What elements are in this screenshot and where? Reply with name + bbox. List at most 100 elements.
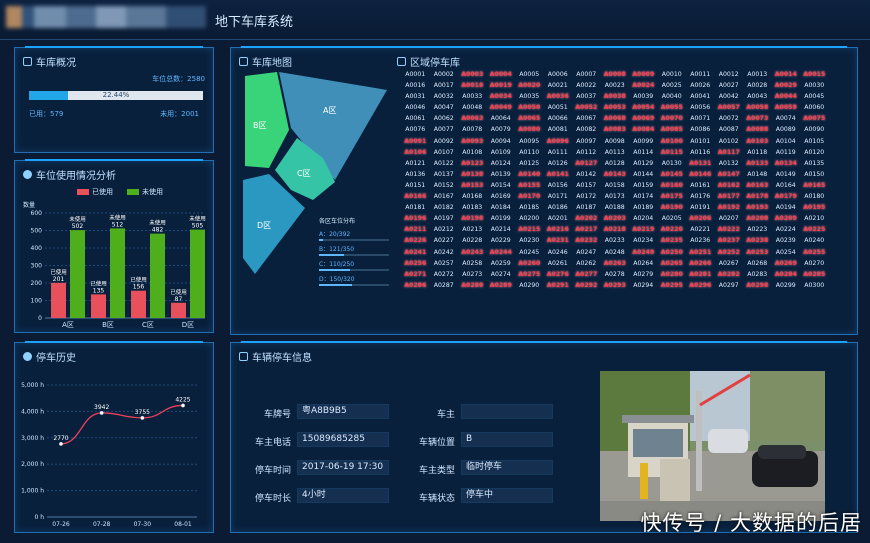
parking-slot[interactable]: A0166 xyxy=(401,192,430,203)
parking-slot[interactable]: A0140 xyxy=(515,170,544,181)
parking-slot[interactable]: A0273 xyxy=(458,270,487,281)
parking-slot[interactable]: A0204 xyxy=(629,214,658,225)
parking-slot[interactable]: A0043 xyxy=(743,92,772,103)
parking-slot[interactable]: A0285 xyxy=(800,270,829,281)
parking-slot[interactable]: A0288 xyxy=(458,281,487,292)
parking-slot[interactable]: A0084 xyxy=(629,125,658,136)
parking-slot[interactable]: A0167 xyxy=(430,192,459,203)
parking-slot[interactable]: A0189 xyxy=(629,203,658,214)
parking-slot[interactable]: A0124 xyxy=(487,159,516,170)
parking-slot[interactable]: A0294 xyxy=(629,281,658,292)
parking-slot[interactable]: A0033 xyxy=(458,92,487,103)
parking-slot[interactable]: A0251 xyxy=(686,248,715,259)
parking-slot[interactable]: A0013 xyxy=(743,70,772,81)
parking-slot[interactable]: A0079 xyxy=(487,125,516,136)
parking-slot[interactable]: A0062 xyxy=(430,114,459,125)
parking-slot[interactable]: A0105 xyxy=(800,137,829,148)
parking-slot[interactable]: A0012 xyxy=(715,70,744,81)
parking-slot[interactable]: A0005 xyxy=(515,70,544,81)
parking-slot[interactable]: A0233 xyxy=(601,236,630,247)
parking-slot[interactable]: A0275 xyxy=(515,270,544,281)
parking-slot[interactable]: A0164 xyxy=(772,181,801,192)
parking-slot[interactable]: A0134 xyxy=(772,159,801,170)
parking-slot[interactable]: A0196 xyxy=(401,214,430,225)
parking-slot[interactable]: A0229 xyxy=(487,236,516,247)
parking-slot[interactable]: A0195 xyxy=(800,203,829,214)
parking-slot[interactable]: A0099 xyxy=(629,137,658,148)
parking-slot[interactable]: A0162 xyxy=(715,181,744,192)
parking-slot[interactable]: A0064 xyxy=(487,114,516,125)
parking-slot[interactable]: A0016 xyxy=(401,81,430,92)
parking-slot[interactable]: A0214 xyxy=(487,225,516,236)
parking-slot[interactable]: A0107 xyxy=(430,148,459,159)
parking-slot[interactable]: A0172 xyxy=(572,192,601,203)
parking-slot[interactable]: A0039 xyxy=(629,92,658,103)
parking-slot[interactable]: A0243 xyxy=(458,248,487,259)
parking-slot[interactable]: A0094 xyxy=(487,137,516,148)
parking-slot[interactable]: A0289 xyxy=(487,281,516,292)
parking-slot[interactable]: A0038 xyxy=(601,92,630,103)
parking-slot[interactable]: A0115 xyxy=(658,148,687,159)
parking-slot[interactable]: A0200 xyxy=(515,214,544,225)
parking-slot[interactable]: A0186 xyxy=(544,203,573,214)
parking-slot[interactable]: A0026 xyxy=(686,81,715,92)
parking-slot[interactable]: A0003 xyxy=(458,70,487,81)
parking-slot[interactable]: A0179 xyxy=(772,192,801,203)
parking-slot[interactable]: A0276 xyxy=(544,270,573,281)
parking-slot[interactable]: A0120 xyxy=(800,148,829,159)
parking-slot[interactable]: A0093 xyxy=(458,137,487,148)
parking-slot[interactable]: A0074 xyxy=(772,114,801,125)
parking-slot[interactable]: A0235 xyxy=(658,236,687,247)
parking-slot[interactable]: A0259 xyxy=(487,259,516,270)
parking-slot[interactable]: A0072 xyxy=(715,114,744,125)
parking-slot[interactable]: A0121 xyxy=(401,159,430,170)
parking-slot[interactable]: A0118 xyxy=(743,148,772,159)
parking-slot[interactable]: A0113 xyxy=(601,148,630,159)
parking-slot[interactable]: A0193 xyxy=(743,203,772,214)
parking-slot[interactable]: A0248 xyxy=(601,248,630,259)
parking-slot[interactable]: A0174 xyxy=(629,192,658,203)
parking-slot[interactable]: A0300 xyxy=(800,281,829,292)
parking-slot[interactable]: A0050 xyxy=(515,103,544,114)
parking-slot[interactable]: A0161 xyxy=(686,181,715,192)
parking-slot[interactable]: A0004 xyxy=(487,70,516,81)
parking-slot[interactable]: A0175 xyxy=(658,192,687,203)
parking-slot[interactable]: A0150 xyxy=(800,170,829,181)
parking-slot[interactable]: A0191 xyxy=(686,203,715,214)
parking-slot[interactable]: A0250 xyxy=(658,248,687,259)
parking-slot[interactable]: A0222 xyxy=(715,225,744,236)
parking-slot[interactable]: A0130 xyxy=(658,159,687,170)
parking-slot[interactable]: A0009 xyxy=(629,70,658,81)
parking-slot[interactable]: A0182 xyxy=(430,203,459,214)
parking-slot[interactable]: A0085 xyxy=(658,125,687,136)
parking-slot[interactable]: A0247 xyxy=(572,248,601,259)
parking-slot[interactable]: A0025 xyxy=(658,81,687,92)
parking-slot[interactable]: A0185 xyxy=(515,203,544,214)
parking-slot[interactable]: A0067 xyxy=(572,114,601,125)
parking-slot[interactable]: A0128 xyxy=(601,159,630,170)
parking-slot[interactable]: A0151 xyxy=(401,181,430,192)
parking-slot[interactable]: A0109 xyxy=(487,148,516,159)
parking-slot[interactable]: A0208 xyxy=(743,214,772,225)
parking-slot[interactable]: A0083 xyxy=(601,125,630,136)
parking-slot[interactable]: A0136 xyxy=(401,170,430,181)
parking-slot[interactable]: A0022 xyxy=(572,81,601,92)
parking-slot[interactable]: A0181 xyxy=(401,203,430,214)
parking-slot[interactable]: A0154 xyxy=(487,181,516,192)
parking-slot[interactable]: A0242 xyxy=(430,248,459,259)
parking-slot[interactable]: A0244 xyxy=(487,248,516,259)
parking-slot[interactable]: A0203 xyxy=(601,214,630,225)
parking-slot[interactable]: A0096 xyxy=(544,137,573,148)
parking-slot[interactable]: A0287 xyxy=(430,281,459,292)
parking-slot[interactable]: A0231 xyxy=(544,236,573,247)
parking-slot[interactable]: A0253 xyxy=(743,248,772,259)
parking-slot[interactable]: A0227 xyxy=(430,236,459,247)
parking-slot[interactable]: A0008 xyxy=(601,70,630,81)
parking-slot[interactable]: A0177 xyxy=(715,192,744,203)
parking-slot[interactable]: A0198 xyxy=(458,214,487,225)
parking-slot[interactable]: A0272 xyxy=(430,270,459,281)
parking-slot[interactable]: A0234 xyxy=(629,236,658,247)
parking-slot[interactable]: A0246 xyxy=(544,248,573,259)
parking-slot[interactable]: A0211 xyxy=(401,225,430,236)
parking-slot[interactable]: A0142 xyxy=(572,170,601,181)
